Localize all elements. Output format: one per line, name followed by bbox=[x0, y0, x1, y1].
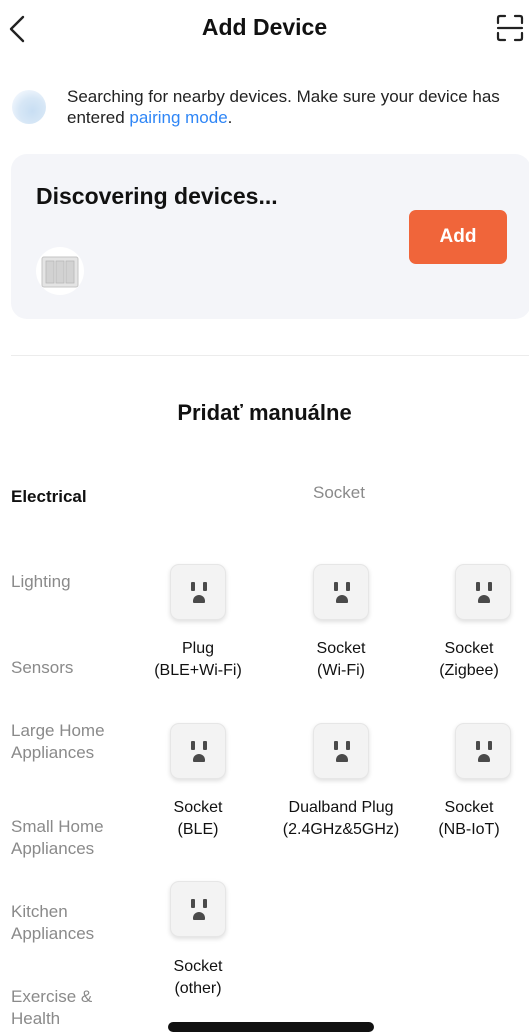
category-sensors[interactable]: Sensors bbox=[11, 657, 131, 679]
page-title: Add Device bbox=[201, 14, 328, 40]
outlet-icon[interactable] bbox=[313, 723, 369, 779]
divider bbox=[11, 355, 529, 356]
outlet-icon[interactable] bbox=[170, 564, 226, 620]
pairing-mode-link[interactable]: pairing mode bbox=[129, 108, 227, 127]
searching-radar-icon bbox=[12, 90, 46, 124]
discovery-title: Discovering devices... bbox=[36, 183, 278, 209]
category-exercise-health[interactable]: Exercise & Health bbox=[11, 986, 121, 1030]
device-label[interactable]: Socket (other) bbox=[128, 956, 268, 1000]
outlet-icon[interactable] bbox=[313, 564, 369, 620]
outlet-icon[interactable] bbox=[455, 564, 511, 620]
switch-panel-icon bbox=[41, 256, 79, 288]
device-label[interactable]: Socket (Zigbee) bbox=[413, 638, 525, 682]
home-indicator bbox=[168, 1022, 374, 1032]
device-label[interactable]: Plug (BLE+Wi-Fi) bbox=[128, 638, 268, 682]
device-label[interactable]: Socket (BLE) bbox=[128, 797, 268, 841]
outlet-icon[interactable] bbox=[170, 881, 226, 937]
outlet-icon[interactable] bbox=[170, 723, 226, 779]
category-electrical[interactable]: Electrical bbox=[11, 486, 131, 508]
section-heading: Socket bbox=[313, 483, 365, 502]
device-label[interactable]: Dualband Plug (2.4GHz&5GHz) bbox=[271, 797, 411, 841]
category-large-home-appliances[interactable]: Large Home Appliances bbox=[11, 720, 121, 764]
device-label[interactable]: Socket (Wi-Fi) bbox=[271, 638, 411, 682]
category-kitchen-appliances[interactable]: Kitchen Appliances bbox=[11, 901, 121, 945]
add-button[interactable]: Add bbox=[409, 210, 507, 264]
category-small-home-appliances[interactable]: Small Home Appliances bbox=[11, 816, 121, 860]
scan-icon[interactable] bbox=[496, 14, 524, 42]
category-lighting[interactable]: Lighting bbox=[11, 571, 131, 593]
outlet-icon[interactable] bbox=[455, 723, 511, 779]
manual-add-title: Pridať manuálne bbox=[177, 400, 352, 425]
search-status-text: Searching for nearby devices. Make sure … bbox=[67, 87, 500, 127]
device-label[interactable]: Socket (NB-IoT) bbox=[413, 797, 525, 841]
discovered-device-thumbnail[interactable] bbox=[36, 247, 84, 295]
